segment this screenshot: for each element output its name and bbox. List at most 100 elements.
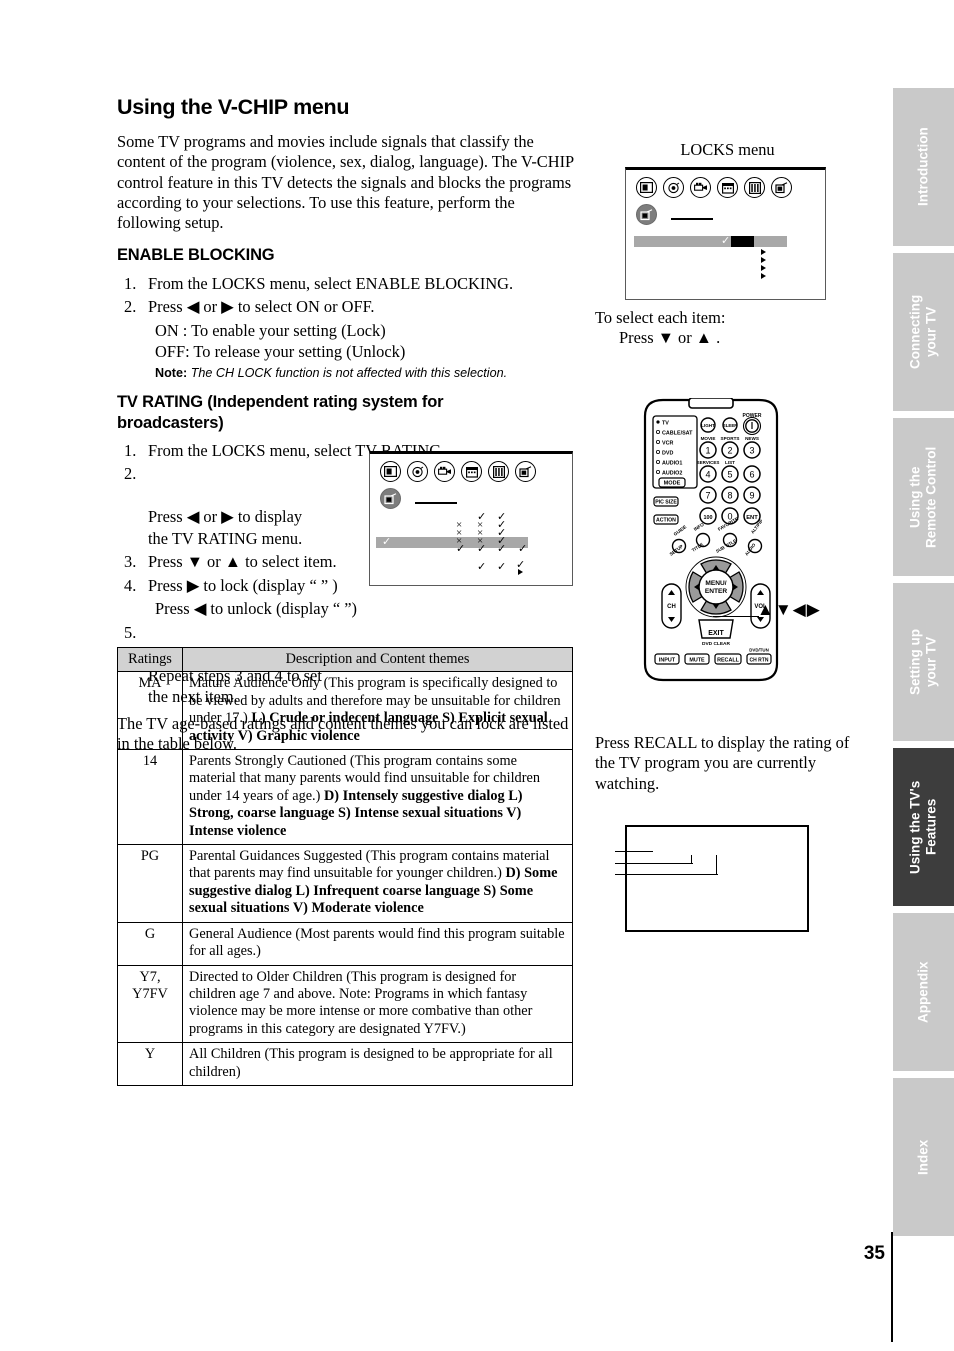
col-header-ratings: Ratings [117, 646, 183, 673]
enable-on-line: ON : To enable your setting (Lock) [155, 320, 386, 340]
cell-description: Directed to Older Children (This program… [182, 964, 573, 1044]
sidebar-tab-label: Appendix [915, 961, 931, 1023]
svg-text:SERVICES: SERVICES [697, 460, 720, 465]
svg-text:PIC SIZE: PIC SIZE [655, 500, 677, 506]
cell-rating: Y7, Y7FV [117, 964, 183, 1044]
note-text: The CH LOCK function is not affected wit… [190, 365, 508, 380]
locks-icon-selected [380, 488, 401, 509]
osd-cursor-mark: ✓ [382, 536, 392, 548]
list-item: 2. Press ◀ or ▶ to select ON or OFF. [117, 296, 575, 318]
locks-icon-selected [636, 204, 657, 225]
svg-text:ENTER: ENTER [705, 588, 728, 595]
svg-text:DVD: DVD [662, 451, 673, 457]
step-text: Press ◀ or ▶ to display the TV RATING me… [148, 507, 303, 548]
osd-mark-check: ✓ [518, 543, 528, 555]
desc-text: Parental Guidances Suggested (This progr… [189, 848, 550, 882]
svg-text:SLEEP: SLEEP [723, 423, 737, 428]
step-number: 4. [124, 575, 137, 595]
page-title: Using the V-CHIP menu [117, 95, 350, 119]
osd-pointer-icon [761, 265, 766, 271]
select-instructions: To select each item: Press ▼ or ▲ . [595, 308, 860, 349]
video-input-icon [690, 177, 711, 198]
video-input-icon [434, 461, 455, 482]
step-text: Press ▶ to lock (display “ ” ) [148, 575, 338, 595]
enable-blocking-steps: 1. From the LOCKS menu, select ENABLE BL… [117, 273, 575, 318]
locks-menu-illustration: ✓ [625, 167, 826, 300]
svg-text:SPORTS: SPORTS [721, 436, 740, 441]
step-text: Press ▼ or ▲ to select item. [148, 552, 337, 572]
svg-text:5: 5 [727, 470, 732, 480]
svg-text:9: 9 [749, 491, 754, 501]
table-row: Y7, Y7FV Directed to Older Children (Thi… [117, 964, 573, 1044]
sidebar-tab-index[interactable]: Index [893, 1078, 954, 1236]
osd-cursor-mark: ✓ [721, 235, 731, 247]
illustration-line [615, 851, 653, 853]
osd-mark-check: ✓ [497, 561, 507, 573]
callout-leader-line [713, 616, 759, 618]
cell-rating: 14 [117, 749, 183, 846]
svg-text:7: 7 [705, 491, 710, 501]
illustration-line [691, 855, 693, 864]
svg-text:LIST: LIST [725, 460, 735, 465]
desc-text: Directed to Older Children (This program… [189, 968, 533, 1037]
cell-description: Parental Guidances Suggested (This progr… [182, 844, 573, 923]
svg-text:100: 100 [704, 515, 713, 521]
locks-menu-caption: LOCKS menu [680, 140, 775, 159]
cell-description: Mature Audience Only (This program is sp… [182, 671, 573, 751]
sidebar-tab-label: Connecting your TV [907, 294, 939, 370]
manual-page: Using the V-CHIP menu Some TV programs a… [0, 0, 893, 1351]
svg-text:INPUT: INPUT [659, 657, 676, 663]
col-header-description: Description and Content themes [182, 646, 573, 673]
osd-mark-check: ✓ [477, 543, 487, 555]
enable-blocking-heading: ENABLE BLOCKING [117, 246, 275, 265]
step-number: 1. [124, 273, 137, 293]
osd-mark-check: ✓ [477, 561, 487, 573]
table-row: 14 Parents Strongly Cautioned (This prog… [117, 749, 573, 846]
sidebar-tab-label: Setting up your TV [907, 629, 939, 695]
sidebar-tab-appendix[interactable]: Appendix [893, 913, 954, 1071]
svg-text:MUTE: MUTE [689, 657, 705, 663]
step-number: 3. [124, 552, 137, 572]
table-row: G General Audience (Most parents would f… [117, 921, 573, 966]
svg-text:4: 4 [705, 470, 710, 480]
table-row: Y All Children (This program is designed… [117, 1042, 573, 1086]
sidebar-tab-introduction[interactable]: Introduction [893, 88, 954, 246]
section-tab-rail: Introduction Connecting your TV Using the … [893, 0, 954, 1351]
illustration-line [716, 855, 718, 875]
sidebar-tab-setting-up-your-tv[interactable]: Setting up your TV [893, 583, 954, 741]
osd-value-block [731, 236, 754, 247]
select-each-item-line: To select each item: [595, 308, 726, 327]
step-number: 1. [124, 440, 137, 460]
illustration-line [615, 863, 693, 865]
desc-text: General Audience (Most parents would fin… [189, 925, 565, 960]
rating-display-illustration [615, 825, 809, 932]
sidebar-tab-label: Index [915, 1139, 931, 1175]
enable-note: Note: The CH LOCK function is not affect… [117, 365, 575, 382]
list-item: 1. From the LOCKS menu, select ENABLE BL… [117, 273, 575, 295]
svg-text:2: 2 [727, 446, 732, 456]
tv-rating-osd-illustration: ✓ × × × ✓ ✓ × × × ✓ ✓ ✓ ✓ ✓ ✓ ✓ ✓ ✓ ✓ [369, 451, 573, 586]
svg-text:1: 1 [705, 446, 710, 456]
osd-mark-check: ✓ [456, 543, 466, 555]
svg-text:VCR: VCR [662, 441, 673, 447]
sidebar-tab-using-the-remote-control[interactable]: Using the Remote Control [893, 418, 954, 576]
svg-text:LIGHT: LIGHT [701, 423, 715, 428]
svg-text:MENU/: MENU/ [705, 580, 726, 587]
locks-selected-icon [636, 204, 657, 225]
step-text: Press ◀ to unlock (display “ ”) [155, 599, 357, 619]
svg-text:DVD/TUN: DVD/TUN [749, 648, 769, 653]
osd-title-rule [671, 218, 713, 220]
sidebar-tab-using-the-tv-s-features[interactable]: Using the TV's Features [893, 748, 954, 906]
illustration-line [615, 874, 718, 876]
setup-sliders-icon [488, 461, 509, 482]
audio-icon [663, 177, 684, 198]
svg-text:3: 3 [749, 446, 754, 456]
remote-control-svg: TV CABLE/SAT VCR DVD AUDIO1 AUDIO2 MODE … [643, 397, 779, 682]
sidebar-tab-connecting-your-tv[interactable]: Connecting your TV [893, 253, 954, 411]
calendar-timer-icon [717, 177, 738, 198]
svg-text:CH: CH [667, 604, 676, 610]
enable-off-line: OFF: To release your setting (Unlock) [155, 342, 406, 362]
step-number: 5. [124, 622, 137, 642]
locks-selected-icon [380, 488, 401, 509]
svg-text:TV: TV [662, 421, 669, 427]
